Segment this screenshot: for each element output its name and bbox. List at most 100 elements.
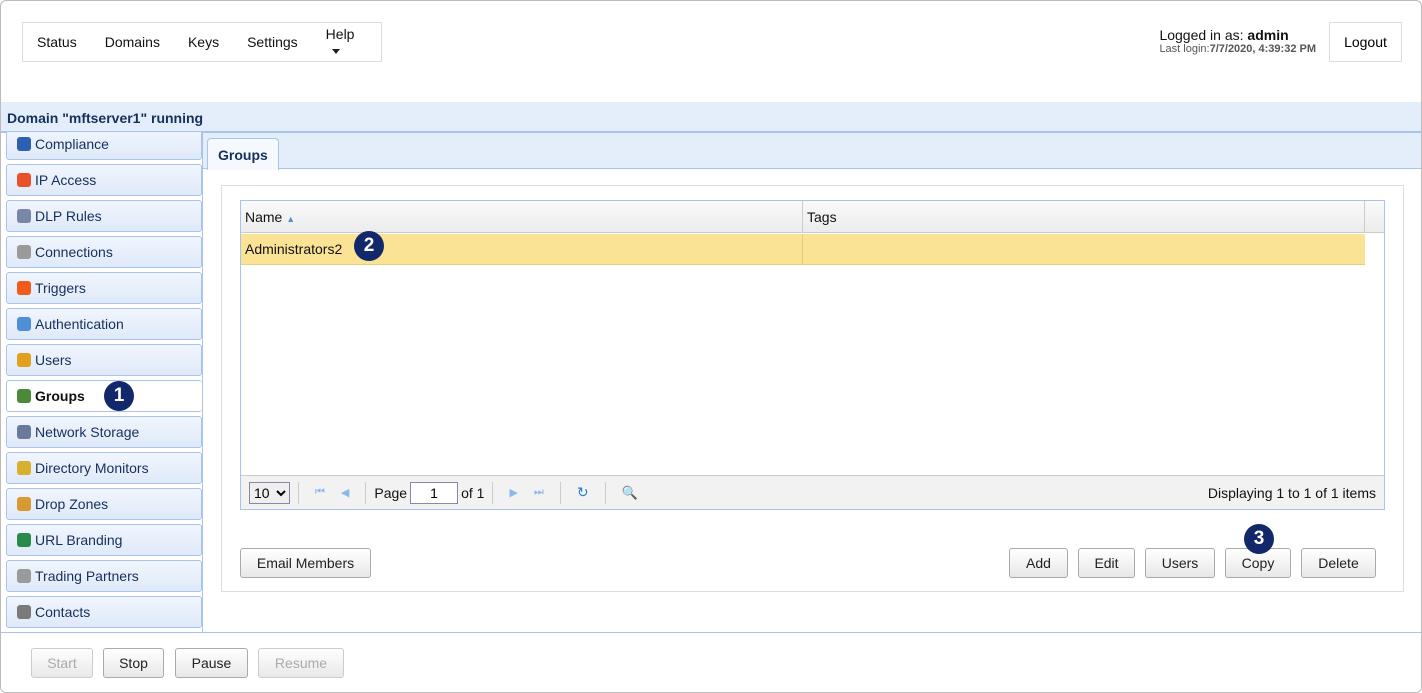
sidebar-item-directory-monitors[interactable]: Directory Monitors: [6, 452, 202, 484]
nav-status[interactable]: Status: [37, 34, 77, 50]
login-prefix: Logged in as:: [1159, 27, 1248, 43]
table-row[interactable]: Administrators2: [241, 234, 1365, 265]
chevron-down-icon: [331, 48, 340, 54]
sidebar-item-label: IP Access: [35, 172, 97, 188]
gear-icon: [17, 245, 31, 259]
domain-title: Domain "mftserver1" running: [1, 102, 1421, 133]
firewall-icon: [17, 173, 31, 187]
page-label: Page: [374, 484, 408, 501]
sidebar-item-label: Network Storage: [35, 424, 140, 440]
trigger-icon: [17, 281, 31, 295]
network-storage-icon: [17, 425, 31, 439]
sidebar-item-label: Users: [35, 352, 72, 368]
bottom-toolbar: Start Stop Pause Resume: [1, 632, 1421, 692]
sidebar-item-contacts[interactable]: Contacts: [6, 596, 202, 628]
last-login-value: 7/7/2020, 4:39:32 PM: [1209, 43, 1316, 55]
stop-button[interactable]: Stop: [103, 648, 164, 678]
email-members-button[interactable]: Email Members: [240, 548, 371, 578]
top-nav: Status Domains Keys Settings Help: [22, 22, 382, 62]
user-icon: [17, 353, 31, 367]
delete-button[interactable]: Delete: [1301, 548, 1376, 578]
content-panel: Groups Name ▲ Tags Administrators2 10 ⏮ …: [202, 132, 1421, 632]
sidebar-item-dlp-rules[interactable]: DLP Rules: [6, 200, 202, 232]
step-badge-3: 3: [1244, 524, 1274, 554]
page-total: of 1: [461, 484, 485, 501]
divider: [604, 481, 606, 504]
pager: 10 ⏮ ◀ Page of 1 ▶ ⏭ ↻ 🔍 Displaying 1 to…: [241, 475, 1384, 509]
tab-strip: Groups: [203, 133, 1421, 170]
sidebar-item-label: Drop Zones: [35, 496, 109, 512]
sidebar-item-label: Contacts: [35, 604, 91, 620]
start-button[interactable]: Start: [31, 648, 93, 678]
sidebar-item-label: Trading Partners: [35, 568, 139, 584]
sort-asc-icon: ▲: [286, 214, 296, 224]
cell-name: Administrators2: [241, 234, 803, 265]
divider: [298, 481, 299, 504]
column-header-tags[interactable]: Tags: [803, 201, 1365, 233]
cell-tags: [803, 234, 1365, 265]
sidebar-item-authentication[interactable]: Authentication: [6, 308, 202, 340]
sidebar-item-label: URL Branding: [35, 532, 123, 548]
resume-button[interactable]: Resume: [258, 648, 344, 678]
compliance-icon: [17, 137, 31, 151]
pause-button[interactable]: Pause: [175, 648, 248, 678]
last-page-icon[interactable]: ⏭: [534, 486, 544, 499]
globe-icon: [17, 533, 31, 547]
sidebar-item-drop-zones[interactable]: Drop Zones: [6, 488, 202, 520]
box-icon: [17, 497, 31, 511]
divider: [559, 481, 561, 504]
sidebar-item-label: Compliance: [35, 136, 109, 152]
next-page-icon[interactable]: ▶: [509, 486, 517, 499]
sidebar-item-label: Groups: [35, 388, 85, 404]
step-badge-2: 2: [354, 231, 384, 261]
divider: [492, 481, 494, 504]
sidebar-item-url-branding[interactable]: URL Branding: [6, 524, 202, 556]
page-input[interactable]: [410, 481, 459, 504]
nav-help[interactable]: Help: [325, 26, 355, 58]
grid-header: Name ▲ Tags: [241, 201, 1384, 233]
sidebar: Compliance IP Access DLP Rules Connections T…: [6, 132, 202, 632]
sidebar-item-users[interactable]: Users: [6, 344, 202, 376]
nav-help-label: Help: [325, 26, 355, 42]
directory-monitor-icon: [17, 461, 31, 475]
login-user: admin: [1247, 27, 1289, 43]
users-button[interactable]: Users: [1145, 548, 1215, 578]
sidebar-item-connections[interactable]: Connections: [6, 236, 202, 268]
sidebar-item-label: Connections: [35, 244, 113, 260]
column-header-name[interactable]: Name ▲: [241, 201, 803, 233]
tab-groups[interactable]: Groups: [207, 138, 279, 170]
nav-settings[interactable]: Settings: [247, 34, 298, 50]
last-login-label: Last login:: [1159, 43, 1210, 55]
gear-icon: [17, 569, 31, 583]
refresh-icon[interactable]: ↻: [577, 484, 589, 501]
column-name-label: Name: [245, 209, 283, 225]
sidebar-item-triggers[interactable]: Triggers: [6, 272, 202, 304]
edit-button[interactable]: Edit: [1078, 548, 1135, 578]
sidebar-item-label: Directory Monitors: [35, 460, 149, 476]
sidebar-item-compliance[interactable]: Compliance: [6, 132, 202, 160]
shield-icon: [17, 209, 31, 223]
contacts-icon: [17, 605, 31, 619]
sidebar-item-ip-access[interactable]: IP Access: [6, 164, 202, 196]
sidebar-item-label: Authentication: [35, 316, 124, 332]
nav-keys[interactable]: Keys: [188, 34, 219, 50]
search-icon[interactable]: 🔍: [622, 485, 638, 501]
page-size-select[interactable]: 10: [249, 481, 290, 504]
logout-button[interactable]: Logout: [1329, 22, 1402, 62]
sidebar-item-label: DLP Rules: [35, 208, 102, 224]
sidebar-item-network-storage[interactable]: Network Storage: [6, 416, 202, 448]
groups-grid: Name ▲ Tags Administrators2 10 ⏮ ◀ Page …: [240, 200, 1385, 510]
sidebar-item-label: Triggers: [35, 280, 86, 296]
groups-panel: Name ▲ Tags Administrators2 10 ⏮ ◀ Page …: [221, 185, 1404, 592]
add-button[interactable]: Add: [1009, 548, 1068, 578]
first-page-icon[interactable]: ⏮: [315, 486, 325, 499]
nav-domains[interactable]: Domains: [105, 34, 160, 50]
id-card-icon: [17, 317, 31, 331]
app-window: Status Domains Keys Settings Help Logged…: [0, 0, 1422, 693]
group-icon: [17, 389, 31, 403]
divider: [365, 481, 367, 504]
sidebar-item-trading-partners[interactable]: Trading Partners: [6, 560, 202, 592]
display-count: Displaying 1 to 1 of 1 items: [1207, 485, 1376, 501]
login-info: Logged in as: admin Last login:7/7/2020,…: [1159, 27, 1316, 55]
prev-page-icon[interactable]: ◀: [341, 486, 349, 499]
